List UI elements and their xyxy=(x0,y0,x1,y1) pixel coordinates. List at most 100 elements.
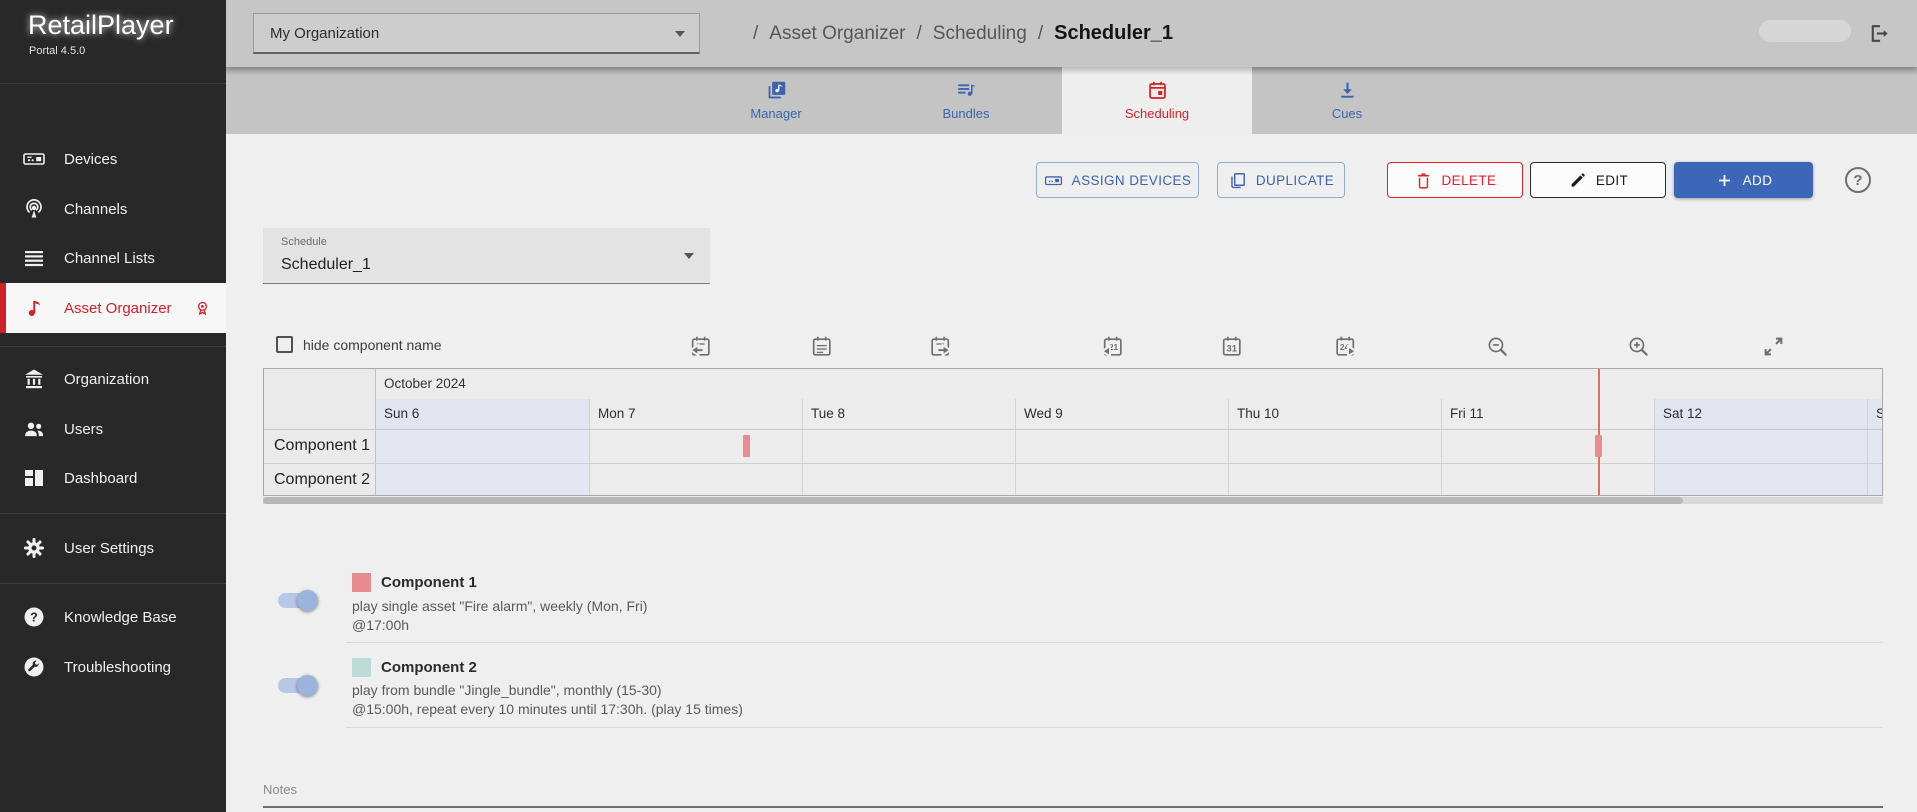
tab-label: Cues xyxy=(1331,106,1363,121)
sidebar-item-label: User Settings xyxy=(64,539,155,557)
day-cell[interactable] xyxy=(376,429,589,495)
calendar-next-icon[interactable] xyxy=(928,334,953,359)
day-cell[interactable] xyxy=(1016,429,1228,495)
tab-cues[interactable]: Cues xyxy=(1252,67,1442,134)
day-cell[interactable] xyxy=(1229,429,1441,495)
tab-scheduling[interactable]: Scheduling xyxy=(1062,67,1252,134)
add-button[interactable]: ADD xyxy=(1674,162,1813,198)
breadcrumb-scheduling[interactable]: Scheduling xyxy=(933,23,1027,45)
legend-divider xyxy=(346,642,1883,643)
calendar-icon xyxy=(1148,81,1166,99)
app-version: Portal 4.5.0 xyxy=(29,45,86,57)
wrench-circle-icon xyxy=(24,657,44,677)
zoom-out-icon[interactable] xyxy=(1485,334,1510,359)
sidebar-item-channel-lists[interactable]: Channel Lists xyxy=(0,233,226,283)
calendar-prev-month-icon[interactable]: 21 xyxy=(1100,334,1125,359)
tab-bundles[interactable]: Bundles xyxy=(871,67,1061,134)
grid-line xyxy=(264,463,1882,464)
day-cell[interactable] xyxy=(1655,429,1867,495)
music-note-icon xyxy=(28,301,40,316)
sidebar-item-label: Dashboard xyxy=(64,469,138,487)
timeline-scrollbar xyxy=(263,497,1883,504)
breadcrumb: / Asset Organizer / Scheduling / Schedul… xyxy=(742,0,1173,67)
organization-icon xyxy=(25,369,43,389)
sidebar-item-devices[interactable]: Devices xyxy=(0,134,226,184)
day-header: Sat 12 xyxy=(1655,399,1867,429)
zoom-in-icon[interactable] xyxy=(1626,334,1651,359)
tab-manager[interactable]: Manager xyxy=(681,67,871,134)
day-cell[interactable] xyxy=(590,429,802,495)
sidebar-item-label: Troubleshooting xyxy=(64,658,172,676)
day-cell[interactable] xyxy=(1442,429,1654,495)
sidebar-item-organization[interactable]: Organization xyxy=(0,354,226,404)
breadcrumb-separator: / xyxy=(1037,22,1044,44)
component2-title: Component 2 xyxy=(381,659,477,676)
sidebar-item-asset-organizer[interactable]: Asset Organizer xyxy=(0,283,226,333)
day-header: Thu 10 xyxy=(1237,406,1280,421)
day-column-thu-10: Thu 10 xyxy=(1228,399,1441,495)
delete-button[interactable]: DELETE xyxy=(1387,162,1523,198)
devices-icon xyxy=(23,153,45,165)
question-circle-icon: ? xyxy=(24,607,44,627)
organization-select-value: My Organization xyxy=(270,24,380,42)
sidebar-item-channels[interactable]: Channels xyxy=(0,184,226,234)
edit-button[interactable]: EDIT xyxy=(1530,162,1666,198)
sidebar-item-dashboard[interactable]: Dashboard xyxy=(0,453,226,503)
day-cell[interactable] xyxy=(803,429,1015,495)
component-row-label: Component 1 xyxy=(274,437,371,454)
day-cell[interactable] xyxy=(1868,429,1882,495)
help-button[interactable]: ? xyxy=(1845,167,1871,193)
help-icon: ? xyxy=(1853,171,1863,189)
calendar-month-icon[interactable]: 31 xyxy=(1219,334,1244,359)
calendar-icon[interactable] xyxy=(809,334,834,359)
notes-input[interactable] xyxy=(263,806,1883,808)
sidebar-item-users[interactable]: Users xyxy=(0,404,226,454)
current-time-line xyxy=(1598,369,1600,495)
sidebar-item-user-settings[interactable]: User Settings xyxy=(0,523,226,573)
event-marker-component1-fri[interactable] xyxy=(1595,435,1602,457)
breadcrumb-asset-organizer[interactable]: Asset Organizer xyxy=(769,23,905,45)
schedule-select-value: Scheduler_1 xyxy=(281,256,371,273)
duplicate-icon xyxy=(1231,172,1245,188)
download-icon xyxy=(1340,82,1354,98)
sidebar-divider xyxy=(0,583,226,584)
component2-color-swatch xyxy=(352,658,371,677)
plus-icon xyxy=(1718,174,1730,186)
calendar-prev-icon[interactable] xyxy=(688,334,713,359)
timeline-scrollbar-thumb[interactable] xyxy=(263,497,1683,504)
sidebar-item-label: Devices xyxy=(64,150,118,168)
component1-toggle[interactable] xyxy=(278,589,318,611)
sidebar-item-label: Users xyxy=(64,420,104,438)
sidebar-item-troubleshooting[interactable]: Troubleshooting xyxy=(0,642,226,692)
library-music-icon xyxy=(768,81,785,99)
day-columns-area: Sun 6 Mon 7 Tue 8 Wed 9 Thu 10 Fri 11 Sa… xyxy=(376,369,1882,495)
assign-devices-button[interactable]: ASSIGN DEVICES xyxy=(1036,162,1199,198)
day-column-mon-7: Mon 7 xyxy=(589,399,802,495)
notes-label: Notes xyxy=(263,782,297,797)
app-logo: RetailPlayer xyxy=(28,10,174,40)
breadcrumb-separator: / xyxy=(916,22,922,44)
organization-select[interactable]: My Organization xyxy=(253,13,700,54)
hide-component-name-checkbox[interactable] xyxy=(276,336,293,353)
day-header: Tue 8 xyxy=(811,406,846,421)
sidebar-item-knowledge-base[interactable]: ? Knowledge Base xyxy=(0,592,226,642)
svg-text:31: 31 xyxy=(1226,344,1236,354)
component-row-label: Component 2 xyxy=(274,471,371,488)
tab-label: Scheduling xyxy=(1124,106,1190,121)
trash-icon xyxy=(1417,172,1429,189)
schedule-select[interactable]: Schedule Scheduler_1 xyxy=(263,228,710,284)
day-header: Mon 7 xyxy=(598,406,636,421)
event-marker-component1-mon[interactable] xyxy=(743,435,750,457)
chevron-down-icon xyxy=(684,253,694,259)
component2-toggle[interactable] xyxy=(278,674,318,696)
dashboard-icon xyxy=(25,470,43,486)
calendar-next-month-icon[interactable]: 24 xyxy=(1333,334,1358,359)
button-label: DUPLICATE xyxy=(1255,172,1335,188)
logout-icon[interactable] xyxy=(1866,21,1891,46)
svg-text:?: ? xyxy=(30,610,38,624)
user-pill xyxy=(1759,20,1851,42)
tab-label: Manager xyxy=(750,106,802,121)
fullscreen-icon[interactable] xyxy=(1761,334,1786,359)
channel-lists-icon xyxy=(25,251,43,267)
duplicate-button[interactable]: DUPLICATE xyxy=(1217,162,1345,198)
